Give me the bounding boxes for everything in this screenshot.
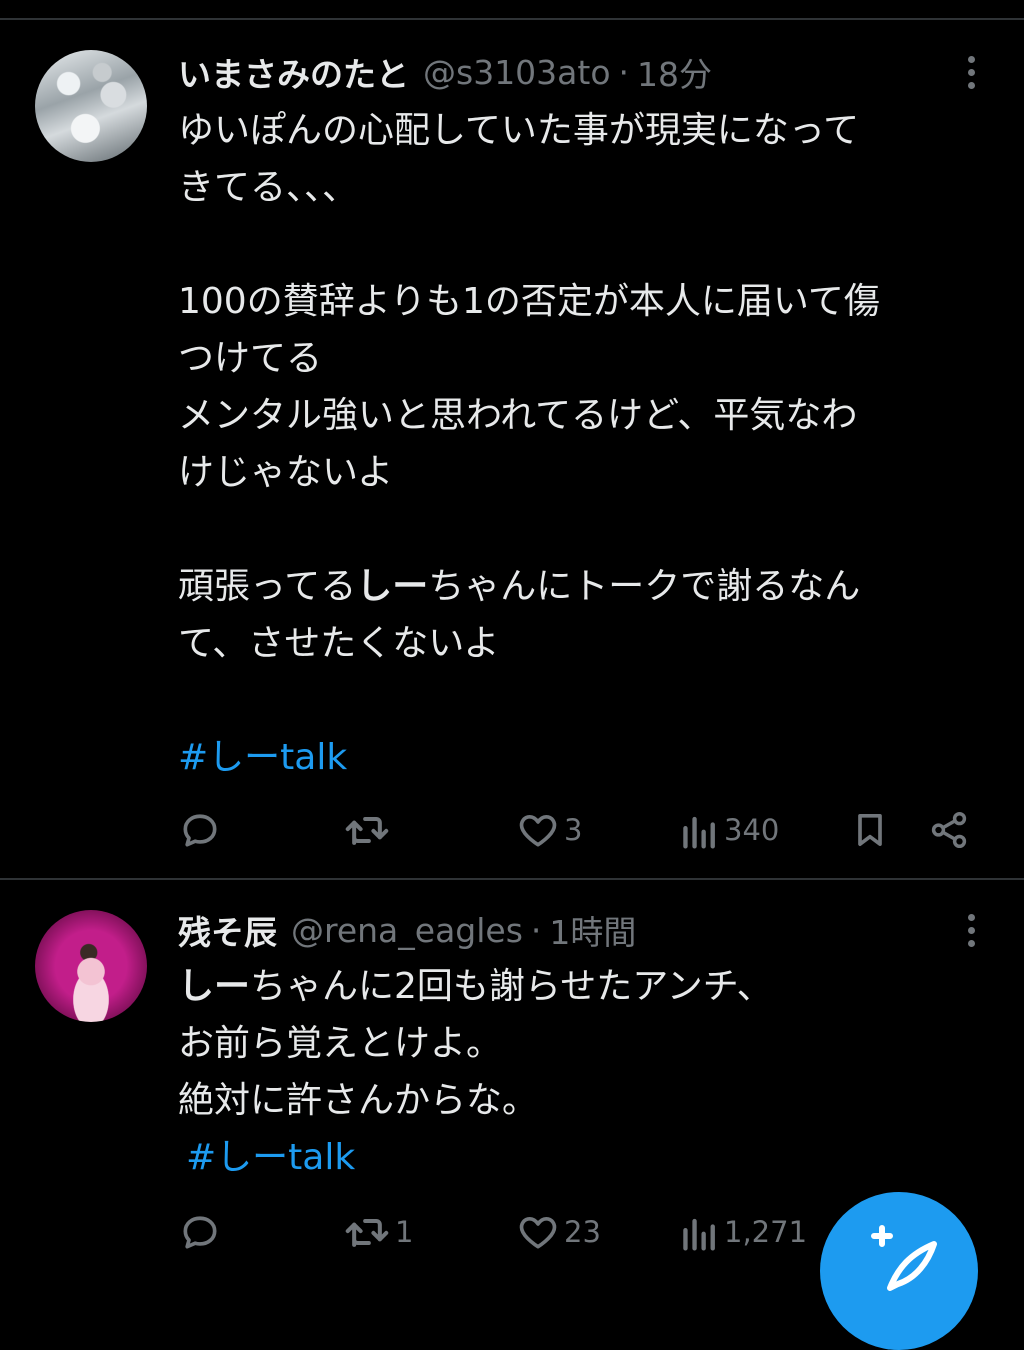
tweet-header: いまさみのたと @s3103ato · 18分 <box>178 48 712 96</box>
hashtag-link[interactable]: #しーtalk <box>186 1137 355 1178</box>
avatar[interactable] <box>35 50 147 162</box>
like-button[interactable]: 3 <box>516 805 582 855</box>
retweet-count: 1 <box>395 1215 414 1249</box>
separator: · <box>618 52 630 92</box>
reply-button[interactable] <box>178 1207 226 1257</box>
text-segment: 頑張ってる <box>178 566 357 607</box>
tweet-text: しーちゃんに2回も謝らせたアンチ、 お前ら覚えとけよ。 絶対に許さんからな。 #… <box>178 958 978 1186</box>
display-name[interactable]: 残そ辰 <box>178 906 277 954</box>
text-segment: ちゃんにトークで謝るなん <box>428 566 861 607</box>
hashtag-link[interactable]: #しーtalk <box>178 737 347 778</box>
text-line: きてる、、、 <box>178 167 359 208</box>
text-line: ゆいぽんの心配していた事が現実になって <box>178 110 860 151</box>
retweet-icon <box>345 1218 389 1247</box>
tweet-1[interactable]: いまさみのたと @s3103ato · 18分 ゆいぽんの心配していた事が現実に… <box>0 20 1024 878</box>
text-line: つけてる <box>178 338 323 379</box>
text-line: けじゃないよ <box>178 452 394 493</box>
reply-icon <box>183 1216 217 1249</box>
action-bar: 3 340 <box>178 805 978 855</box>
timestamp[interactable]: 1時間 <box>549 906 636 954</box>
avatar[interactable] <box>35 910 147 1022</box>
tweet-header: 残そ辰 @rena_eagles · 1時間 <box>178 906 636 954</box>
reply-icon <box>183 814 217 847</box>
like-count: 3 <box>564 813 583 847</box>
views-icon <box>683 1218 715 1251</box>
hashtag-line: #しーtalk <box>178 1129 978 1186</box>
share-icon <box>931 811 967 849</box>
view-count: 1,271 <box>724 1215 808 1249</box>
bookmark-icon <box>858 814 882 846</box>
heart-icon <box>519 814 557 847</box>
views-icon <box>683 816 715 849</box>
more-icon[interactable] <box>966 56 976 89</box>
heart-icon <box>519 1216 557 1249</box>
bold-text: しー <box>178 966 251 1007</box>
compose-button[interactable] <box>820 1192 978 1350</box>
bold-text: しー <box>356 566 429 607</box>
text-line: 100の賛辞よりも1の否定が本人に届いて傷 <box>178 281 880 322</box>
timestamp[interactable]: 18分 <box>637 48 712 96</box>
text-line: お前ら覚えとけよ。 <box>178 1023 503 1064</box>
hashtag-line: #しーtalk <box>178 729 978 786</box>
like-button[interactable]: 23 <box>516 1207 601 1257</box>
text-line: 絶対に許さんからな。 <box>178 1080 539 1121</box>
retweet-icon <box>345 816 389 845</box>
text-line: 頑張ってるしーちゃんにトークで謝るなん <box>178 558 978 615</box>
share-button[interactable] <box>928 805 970 855</box>
user-handle[interactable]: @s3103ato <box>423 53 611 92</box>
user-handle[interactable]: @rena_eagles <box>291 911 523 950</box>
retweet-button[interactable] <box>343 805 395 855</box>
text-segment: ちゃんに2回も謝らせたアンチ、 <box>250 966 773 1007</box>
like-count: 23 <box>564 1215 601 1249</box>
reply-button[interactable] <box>178 805 226 855</box>
retweet-button[interactable]: 1 <box>343 1207 413 1257</box>
compose-icon <box>871 1225 937 1291</box>
tweet-text: ゆいぽんの心配していた事が現実になって きてる、、、 100の賛辞よりも1の否定… <box>178 102 978 786</box>
text-line: て、させたくないよ <box>178 623 500 664</box>
display-name[interactable]: いまさみのたと <box>178 48 409 96</box>
bookmark-button[interactable] <box>850 805 890 855</box>
text-line: しーちゃんに2回も謝らせたアンチ、 <box>178 958 978 1015</box>
more-icon[interactable] <box>966 914 976 947</box>
views-button[interactable]: 1,271 <box>680 1207 807 1257</box>
view-count: 340 <box>724 813 780 847</box>
separator: · <box>530 910 542 950</box>
text-line: メンタル強いと思われてるけど、平気なわ <box>178 395 858 436</box>
views-button[interactable]: 340 <box>680 805 779 855</box>
